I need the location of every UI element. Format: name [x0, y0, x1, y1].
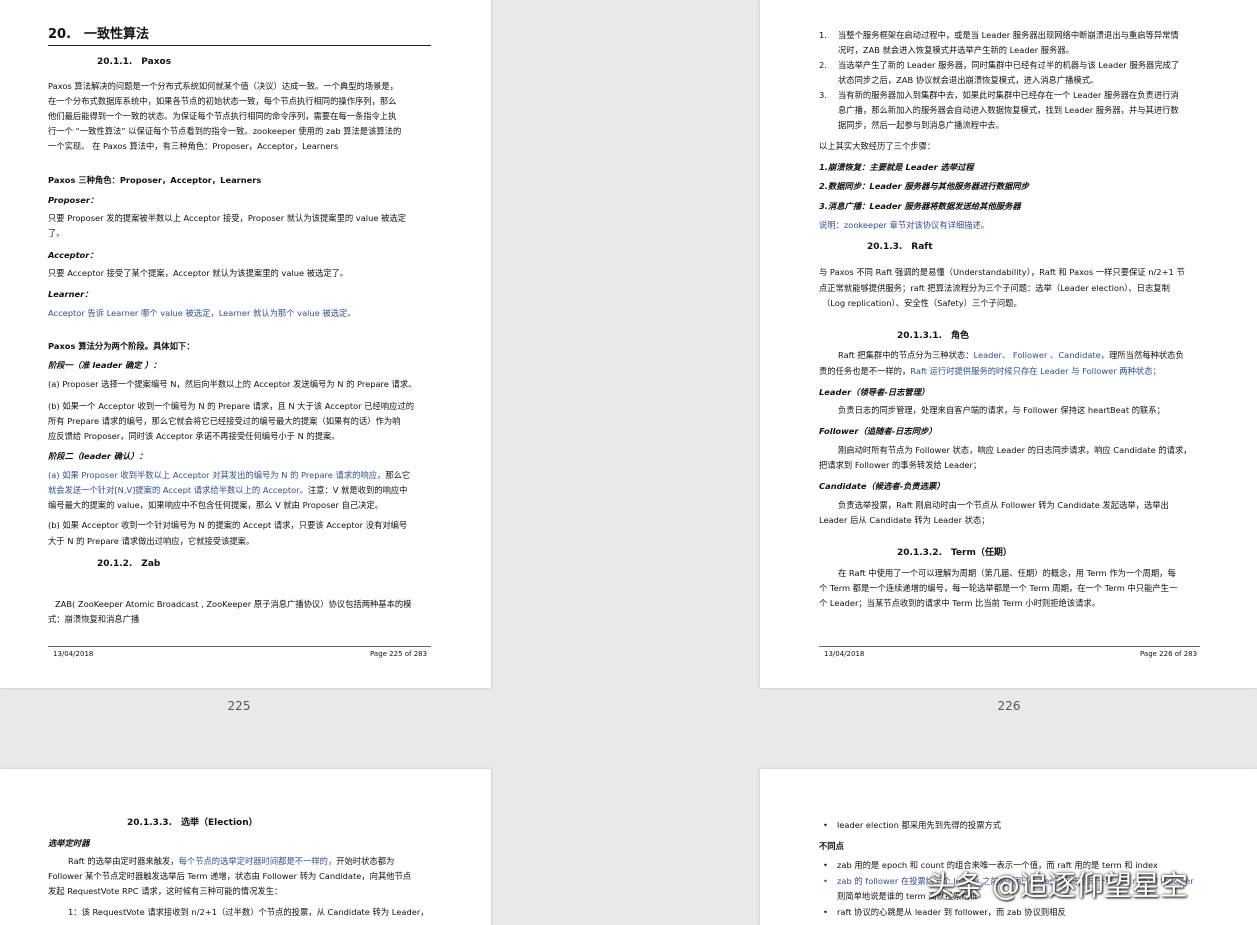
leader-heading: Leader（领导者-日志管理）: [819, 387, 930, 397]
paragraph-line: 个 Leader；当某节点收到的请求中 Term 比当前 Term 小时则拒绝该…: [819, 598, 1100, 608]
paragraph-line: 把请求到 Follower 的事务转发给 Leader；: [819, 460, 982, 470]
paragraph-line: 了。: [48, 228, 65, 238]
footer-date: 13/04/2018: [53, 650, 94, 658]
paragraph-line: Follower 某个节点定时器触发选举后 Term 递增，状态由 Follow…: [48, 871, 412, 881]
paragraph-line: 应反馈给 Proposer，同时该 Acceptor 承诺不再接受任何编号小于 …: [48, 431, 340, 441]
note-line: 说明：zookeeper 章节对该协议有详细描述。: [819, 220, 990, 230]
timer-heading: 选举定时器: [48, 838, 90, 848]
paragraph-line: 只要 Acceptor 接受了某个提案，Acceptor 就认为该提案里的 va…: [48, 268, 349, 278]
footer-page: Page 225 of 283: [370, 650, 428, 658]
paragraph-line: 点正常就能够提供服务；raft 把算法流程分为三个子问题：选举（Leader e…: [819, 283, 1170, 293]
footer-page: Page 226 of 283: [1140, 650, 1198, 658]
paragraph-line: 所有 Prepare 请求的编号，那么它就会将它已经接受过的编号最大的提案（如果…: [48, 416, 401, 426]
paragraph-line: Acceptor 告诉 Learner 哪个 value 被选定，Learner…: [48, 308, 356, 318]
page-number-225: 225: [227, 699, 251, 713]
list-number: 1.: [819, 30, 827, 40]
paragraph-line: 据同步，然后一起参与到消息广播流程中去。: [838, 120, 1004, 130]
paragraph-line: (b) 如果 Acceptor 收到一个针对编号为 N 的提案的 Accept …: [48, 520, 408, 530]
phase1-heading: 阶段一（准 leader 确定 ）：: [48, 360, 162, 370]
acceptor-heading: Acceptor：: [48, 250, 98, 260]
paragraph-line: 发起 RequestVote RPC 请求，这时候有三种可能的情况发生：: [48, 886, 283, 896]
paragraph-line: 1：该 RequestVote 请求接收到 n/2+1（过半数）个节点的投票，从…: [68, 907, 429, 917]
paragraph-line: 当整个服务框架在启动过程中，或是当 Leader 服务器出现网络中断崩溃退出与重…: [838, 30, 1179, 40]
bullet-line: leader election 都采用先到先得的投票方式: [823, 818, 1001, 833]
list-number: 2.: [819, 60, 827, 70]
step-line: 1.崩溃恢复：主要就是 Leader 选举过程: [819, 162, 974, 172]
step-line: 3.消息广播：Leader 服务器将数据发送给其他服务器: [819, 201, 1021, 211]
document-page-226: 1. 当整个服务框架在启动过程中，或是当 Leader 服务器出现网络中断崩溃退…: [760, 0, 1257, 688]
paragraph-line: 以上其实大致经历了三个步骤：: [819, 141, 936, 151]
paragraph-line: 大于 N 的 Prepare 请求做出过响应，它就接受该提案。: [48, 536, 255, 546]
step-line: 2.数据同步：Leader 服务器与其他服务器进行数据同步: [819, 181, 1029, 191]
paragraph-line: 编号最大的提案的 value，如果响应中不包含任何提案，那么 V 就由 Prop…: [48, 500, 384, 510]
paragraph-line: 当选举产生了新的 Leader 服务器，同时集群中已经有过半的机器与该 Lead…: [838, 60, 1180, 70]
paragraph-line: 刚启动时所有节点为 Follower 状态，响应 Leader 的日志同步请求，…: [838, 445, 1192, 455]
learner-heading: Learner：: [48, 289, 93, 299]
section-heading-zab: 20.1.2. Zab: [97, 559, 161, 569]
document-page-225: 20. 一致性算法 20.1.1. Paxos Paxos 算法解决的问题是一个…: [0, 0, 491, 688]
section-heading-roles: 20.1.3.1. 角色: [897, 331, 969, 341]
paragraph-line: 他们最后能得到一个一致的状态。为保证每个节点执行相同的命令序列，需要在每一条指令…: [48, 111, 397, 121]
paragraph-line: 就会发送一个针对[N,V]提案的 Accept 请求给半数以上的 Accepto…: [48, 485, 408, 495]
section-heading-raft: 20.1.3. Raft: [867, 242, 933, 252]
section-heading-election: 20.1.3.3. 选举（Election）: [127, 818, 258, 828]
paragraph-line: Raft 把集群中的节点分为三种状态：Leader、 Follower 、Can…: [838, 350, 1184, 360]
paragraph-line: 行一个 “一致性算法” 以保证每个节点看到的指令一致。zookeeper 使用的…: [48, 126, 402, 136]
candidate-heading: Candidate（候选者-负责选票）: [819, 481, 945, 491]
section-heading-term: 20.1.3.2. Term（任期）: [897, 548, 1012, 558]
proposer-heading: Proposer：: [48, 195, 99, 205]
paragraph-line: 在一个分布式数据库系统中，如果各节点的初始状态一致，每个节点执行相同的操作序列，…: [48, 96, 397, 106]
paragraph-line: 负责日志的同步管理，处理来自客户端的请求，与 Follower 保持这 hear…: [838, 405, 1165, 415]
paragraph-line: 息广播，那么新加入的服务器会自动进入数据恢复模式，找到 Leader 服务器，并…: [838, 105, 1179, 115]
watermark: 头条 @追逐仰望星空: [927, 869, 1188, 902]
footer-rule: [819, 646, 1200, 647]
paragraph-line: (b) 如果一个 Acceptor 收到一个编号为 N 的 Prepare 请求…: [48, 401, 414, 411]
paragraph-line: 个 Term 都是一个连续递增的编号，每一轮选举都是一个 Term 周期，在一个…: [819, 583, 1178, 593]
section-heading-paxos: 20.1.1. Paxos: [97, 57, 172, 67]
paragraph-line: 式：崩溃恢复和消息广播: [48, 614, 140, 624]
paragraph-line: ZAB( ZooKeeper Atomic Broadcast , ZooKee…: [55, 599, 412, 609]
paragraph-line: 状态同步之后，ZAB 协议就会退出崩溃恢复模式，进入消息广播模式。: [838, 75, 1099, 85]
page-number-226: 226: [997, 699, 1021, 713]
chapter-rule: [48, 45, 431, 46]
paragraph-line: 负责选举投票，Raft 刚启动时由一个节点从 Follower 转为 Candi…: [838, 500, 1169, 510]
phases-heading: Paxos 算法分为两个阶段。具体如下：: [48, 341, 195, 351]
document-page-227: 20.1.3.3. 选举（Election） 选举定时器 Raft 的选举由定时…: [0, 769, 491, 925]
roles-heading: Paxos 三种角色：Proposer，Acceptor，Learners: [48, 175, 262, 185]
phase2-heading: 阶段二（leader 确认）：: [48, 451, 147, 461]
paragraph-line: 责的任务也是不一样的，Raft 运行时提供服务的时候只存在 Leader 与 F…: [819, 366, 1161, 376]
footer-date: 13/04/2018: [824, 650, 865, 658]
paragraph-line: Leader 后从 Candidate 转为 Leader 状态；: [819, 515, 990, 525]
paragraph-line: （Log replication）、安全性（Safety）三个子问题。: [822, 298, 1022, 308]
list-number: 3.: [819, 90, 827, 100]
differences-heading: 不同点: [819, 841, 844, 851]
paragraph-line: 与 Paxos 不同 Raft 强调的是易懂（Understandability…: [819, 267, 1185, 277]
bullet-line: raft 协议的心跳是从 leader 到 follower，而 zab 协议则…: [823, 905, 1066, 920]
paragraph-line: Paxos 算法解决的问题是一个分布式系统如何就某个值（决议）达成一致。一个典型…: [48, 81, 398, 91]
paragraph-line: 一个实现。 在 Paxos 算法中，有三种角色：Proposer，Accepto…: [48, 141, 339, 151]
paragraph-line: 在 Raft 中使用了一个可以理解为周期（第几届、任期）的概念，用 Term 作…: [838, 568, 1176, 578]
paragraph-line: (a) 如果 Proposer 收到半数以上 Acceptor 对其发出的编号为…: [48, 470, 411, 480]
paragraph-line: 当有新的服务器加入到集群中去，如果此时集群中已经存在一个 Leader 服务器在…: [838, 90, 1179, 100]
paragraph-line: 只要 Proposer 发的提案被半数以上 Acceptor 接受，Propos…: [48, 213, 406, 223]
paragraph-line: 况时，ZAB 就会进入恢复模式并选举产生新的 Leader 服务器。: [838, 45, 1074, 55]
paragraph-line: (a) Proposer 选择一个提案编号 N，然后向半数以上的 Accepto…: [48, 379, 417, 389]
footer-rule: [48, 646, 431, 647]
chapter-title: 20. 一致性算法: [48, 27, 150, 42]
paragraph-line: Raft 的选举由定时器来触发，每个节点的选举定时器时间都是不一样的，开始时状态…: [68, 856, 395, 866]
follower-heading: Follower（追随者-日志同步）: [819, 426, 937, 436]
